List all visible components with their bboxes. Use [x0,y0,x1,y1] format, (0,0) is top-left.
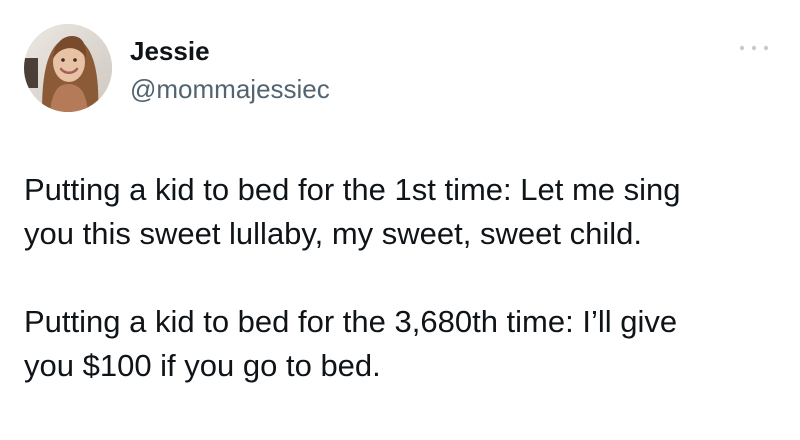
author-name[interactable]: Jessie [130,36,210,66]
author-avatar[interactable] [24,24,112,112]
tweet-card: Jessie @mommajessiec Putting a kid to be… [0,0,800,440]
tweet-line: you this sweet lullaby, my sweet, sweet … [24,216,642,251]
author-handle[interactable]: @mommajessiec [130,74,330,104]
tweet-line: you $100 if you go to bed. [24,348,381,383]
tweet-line: Putting a kid to bed for the 1st time: L… [24,172,681,207]
tweet-line: Putting a kid to bed for the 3,680th tim… [24,304,678,339]
avatar-photo [24,24,112,112]
tweet-paragraph: Putting a kid to bed for the 3,680th tim… [24,300,784,388]
tweet-text: Putting a kid to bed for the 1st time: L… [24,168,784,388]
more-options-button[interactable] [736,40,772,56]
more-horizontal-icon [739,45,769,51]
tweet-paragraph: Putting a kid to bed for the 1st time: L… [24,168,784,256]
